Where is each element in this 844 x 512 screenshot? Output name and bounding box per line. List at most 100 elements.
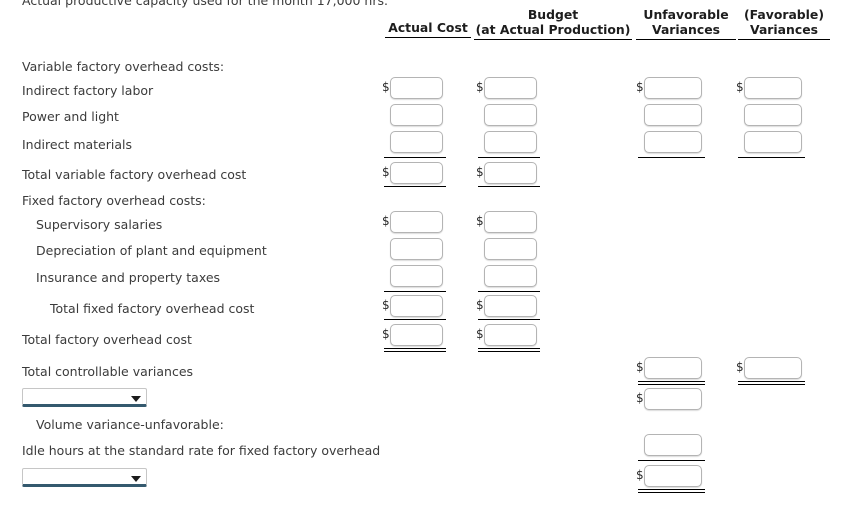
currency-symbol: $ (636, 468, 644, 482)
cell-budget-depreciation (484, 238, 537, 260)
cell-actual-total-factory-overhead: $ (382, 324, 443, 346)
input-actual-total-fixed[interactable] (390, 295, 443, 317)
column-header-budget-line1: Budget (527, 7, 579, 22)
rule-unfavorable-variable-subtotal (638, 157, 705, 158)
row-label-total-controllable: Total controllable variances (22, 364, 194, 379)
dropdown-volume-variance-line-2[interactable] (22, 468, 147, 487)
cell-budget-supervisory-salaries: $ (476, 211, 537, 233)
row-label-indirect-factory-labor: Indirect factory labor (22, 83, 154, 98)
rule-budget-above-total-variable (478, 157, 540, 158)
input-actual-insurance-taxes[interactable] (390, 265, 443, 287)
row-label-total-factory-overhead: Total factory overhead cost (22, 332, 192, 347)
rule-actual-below-total-variable (384, 186, 446, 187)
cell-actual-indirect-materials (390, 131, 443, 153)
cell-actual-total-fixed: $ (382, 295, 443, 317)
column-header-actual-cost-rule (385, 37, 471, 38)
input-unfavorable-idle-hours[interactable] (644, 434, 702, 456)
row-label-supervisory-salaries: Supervisory salaries (36, 217, 163, 232)
currency-symbol: $ (382, 327, 390, 341)
input-actual-indirect-materials[interactable] (390, 131, 443, 153)
row-label-power-and-light: Power and light (22, 109, 119, 124)
column-header-unfavorable: Unfavorable Variances (636, 7, 736, 40)
input-budget-indirect-materials[interactable] (484, 131, 537, 153)
input-favorable-indirect-factory-labor[interactable] (744, 77, 802, 99)
factory-overhead-variance-worksheet: Actual productive capacity used for the … (0, 0, 844, 512)
cell-actual-depreciation (390, 238, 443, 260)
input-budget-insurance-taxes[interactable] (484, 265, 537, 287)
input-budget-supervisory-salaries[interactable] (484, 211, 537, 233)
input-actual-power-and-light[interactable] (390, 104, 443, 126)
currency-symbol: $ (476, 214, 484, 228)
input-budget-total-variable[interactable] (484, 162, 537, 184)
chevron-down-icon (131, 476, 141, 482)
input-actual-total-variable[interactable] (390, 162, 443, 184)
column-header-actual-cost-label: Actual Cost (388, 20, 468, 35)
cell-unfavorable-final-total: $ (636, 465, 702, 487)
input-unfavorable-total-controllable[interactable] (644, 357, 702, 379)
input-favorable-indirect-materials[interactable] (744, 131, 802, 153)
input-actual-supervisory-salaries[interactable] (390, 211, 443, 233)
cell-budget-power-and-light (484, 104, 537, 126)
cell-actual-supervisory-salaries: $ (382, 211, 443, 233)
rule-actual-above-total-variable (384, 157, 446, 158)
currency-symbol: $ (636, 80, 644, 94)
cell-actual-power-and-light (390, 104, 443, 126)
column-header-favorable: (Favorable) Variances (738, 7, 830, 40)
dropdown-volume-variance-line-1[interactable] (22, 388, 147, 407)
rule-favorable-total-controllable-double (738, 381, 805, 385)
column-header-actual-cost: Actual Cost (385, 20, 471, 38)
cell-unfavorable-indirect-factory-labor: $ (636, 77, 702, 99)
rule-budget-above-total-fixed (478, 291, 540, 292)
row-label-indirect-materials: Indirect materials (22, 137, 133, 152)
rule-unfavorable-total-controllable-double (638, 381, 705, 385)
input-unfavorable-indirect-factory-labor[interactable] (644, 77, 702, 99)
input-unfavorable-indirect-materials[interactable] (644, 131, 702, 153)
column-header-unfavorable-rule (636, 39, 736, 40)
cell-budget-total-factory-overhead: $ (476, 324, 537, 346)
cell-unfavorable-idle-hours (644, 434, 702, 456)
cell-actual-insurance-taxes (390, 265, 443, 287)
input-unfavorable-volume-variance-select-row[interactable] (644, 388, 702, 410)
cell-budget-total-variable: $ (476, 162, 537, 184)
rule-actual-below-total-fixed (384, 319, 446, 320)
input-budget-total-fixed[interactable] (484, 295, 537, 317)
cell-unfavorable-power-and-light (644, 104, 702, 126)
row-label-total-variable: Total variable factory overhead cost (22, 167, 247, 182)
input-budget-power-and-light[interactable] (484, 104, 537, 126)
currency-symbol: $ (476, 165, 484, 179)
rule-unfavorable-above-final (638, 460, 705, 461)
input-actual-indirect-factory-labor[interactable] (390, 77, 443, 99)
currency-symbol: $ (382, 80, 390, 94)
currency-symbol: $ (636, 391, 644, 405)
row-label-insurance-taxes: Insurance and property taxes (36, 270, 221, 285)
input-budget-total-factory-overhead[interactable] (484, 324, 537, 346)
column-header-unfavorable-line2: Variances (652, 22, 720, 37)
rule-actual-grand-total-double (384, 348, 446, 352)
cell-actual-indirect-factory-labor: $ (382, 77, 443, 99)
cell-favorable-total-controllable: $ (736, 357, 802, 379)
input-unfavorable-power-and-light[interactable] (644, 104, 702, 126)
rule-favorable-variable-subtotal (738, 157, 805, 158)
input-actual-total-factory-overhead[interactable] (390, 324, 443, 346)
cell-budget-indirect-materials (484, 131, 537, 153)
input-favorable-total-controllable[interactable] (744, 357, 802, 379)
column-header-budget: Budget (at Actual Production) (474, 7, 632, 40)
cell-unfavorable-total-controllable: $ (636, 357, 702, 379)
input-budget-indirect-factory-labor[interactable] (484, 77, 537, 99)
cell-actual-total-variable: $ (382, 162, 443, 184)
column-header-favorable-rule (738, 39, 830, 40)
row-label-idle-hours: Idle hours at the standard rate for fixe… (22, 443, 381, 458)
column-header-unfavorable-line1: Unfavorable (643, 7, 729, 22)
input-unfavorable-final-total[interactable] (644, 465, 702, 487)
input-favorable-power-and-light[interactable] (744, 104, 802, 126)
currency-symbol: $ (382, 165, 390, 179)
rule-budget-grand-total-double (478, 348, 540, 352)
cell-unfavorable-indirect-materials (644, 131, 702, 153)
row-label-total-fixed: Total fixed factory overhead cost (50, 301, 255, 316)
cell-unfavorable-volume-variance-select-row: $ (636, 388, 702, 410)
input-budget-depreciation[interactable] (484, 238, 537, 260)
input-actual-depreciation[interactable] (390, 238, 443, 260)
cell-favorable-indirect-materials (744, 131, 802, 153)
chevron-down-icon (131, 396, 141, 402)
currency-symbol: $ (382, 298, 390, 312)
